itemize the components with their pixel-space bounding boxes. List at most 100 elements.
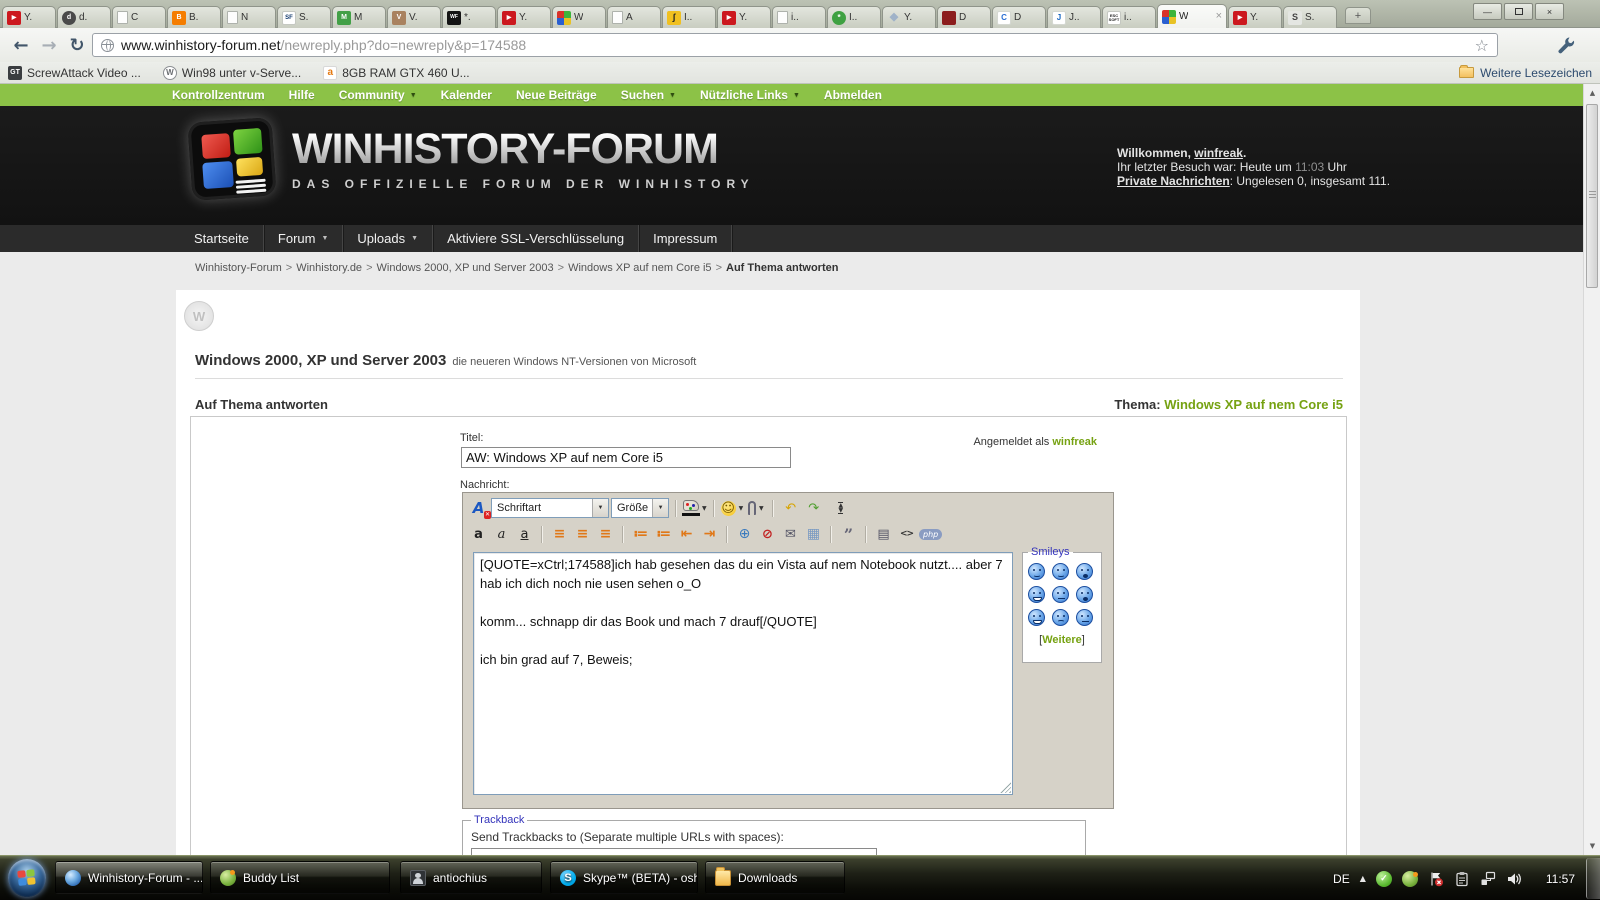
browser-tab[interactable]: i..	[772, 6, 826, 28]
navbar-item-hilfe[interactable]: Hilfe	[289, 88, 315, 102]
navbar-item-community[interactable]: Community▼	[339, 88, 417, 102]
smiley-eek[interactable]	[1076, 586, 1093, 603]
code-icon[interactable]: ▤	[873, 524, 894, 545]
mainnav-item-aktiviere-ssl-verschl-sselung[interactable]: Aktiviere SSL-Verschlüsselung	[433, 225, 639, 252]
browser-tab[interactable]: N	[222, 6, 276, 28]
bookmark-star-icon[interactable]: ☆	[1475, 36, 1489, 55]
forward-button[interactable]: →	[36, 32, 62, 58]
taskbar-button-downloads[interactable]: Downloads	[705, 861, 845, 894]
taskbar-button-winhistory-forum-[interactable]: Winhistory-Forum - ...	[55, 861, 203, 894]
language-indicator[interactable]: DE	[1333, 872, 1350, 886]
mainnav-item-impressum[interactable]: Impressum	[639, 225, 732, 252]
breadcrumb-link[interactable]: Windows 2000, XP und Server 2003	[377, 262, 554, 274]
browser-tab[interactable]: SS.	[1283, 6, 1337, 28]
dropdown-arrow-icon[interactable]: ▼	[652, 499, 668, 517]
browser-tab[interactable]: ▶Y.	[497, 6, 551, 28]
align-center-icon[interactable]: ≡	[572, 524, 593, 545]
smiley-biggrin[interactable]	[1028, 586, 1045, 603]
html-icon[interactable]: <>	[896, 524, 917, 545]
size-select[interactable]: Größe▼	[611, 498, 669, 518]
outdent-icon[interactable]: ⇤	[676, 524, 697, 545]
navbar-item-abmelden[interactable]: Abmelden	[824, 88, 882, 102]
titel-input[interactable]	[461, 447, 791, 468]
smilies-menu-icon[interactable]: ☺▼	[721, 498, 744, 519]
close-button[interactable]: ×	[1535, 3, 1564, 20]
caret-down-icon[interactable]: ▼	[739, 505, 744, 512]
browser-tab[interactable]: VV.	[387, 6, 441, 28]
taskbar-clock[interactable]: 11:57	[1546, 872, 1575, 886]
browser-tab[interactable]: W×	[1157, 4, 1227, 28]
editor-mode-icon[interactable]: ▲▼	[826, 498, 847, 519]
other-bookmarks-button[interactable]: Weitere Lesezeichen	[1459, 66, 1592, 80]
mainnav-item-forum[interactable]: Forum▼	[264, 225, 344, 252]
smiley-tongue[interactable]	[1076, 563, 1093, 580]
address-bar[interactable]: www.winhistory-forum.net/newreply.php?do…	[92, 33, 1498, 57]
forum-title-link[interactable]: Windows 2000, XP und Server 2003	[195, 352, 446, 369]
image-icon[interactable]: ▦	[803, 524, 824, 545]
new-tab-button[interactable]: +	[1345, 7, 1371, 24]
browser-tab[interactable]: ◆Y.	[882, 6, 936, 28]
php-icon[interactable]: php	[919, 524, 942, 545]
smiley-confused[interactable]	[1076, 609, 1093, 626]
more-smileys-link[interactable]: [Weitere]	[1023, 634, 1101, 646]
page-scrollbar[interactable]: ▲ ▼	[1583, 84, 1600, 855]
mainnav-item-uploads[interactable]: Uploads▼	[343, 225, 433, 252]
smiley-wink[interactable]	[1052, 563, 1069, 580]
pidgin-status-icon[interactable]	[1402, 871, 1418, 887]
navbar-item-suchen[interactable]: Suchen▼	[621, 88, 676, 102]
indent-icon[interactable]: ⇥	[699, 524, 720, 545]
scrollbar-thumb[interactable]	[1586, 104, 1598, 288]
quote-icon[interactable]: ”	[838, 524, 859, 545]
browser-tab[interactable]: D	[937, 6, 991, 28]
align-left-icon[interactable]: ≡	[549, 524, 570, 545]
resize-grip[interactable]	[1000, 782, 1011, 793]
taskbar-button-skype-beta-osh-[interactable]: SSkype™ (BETA) - osh...	[550, 861, 698, 894]
taskbar-right-edge[interactable]	[1586, 858, 1600, 899]
align-right-icon[interactable]: ≡	[595, 524, 616, 545]
caret-down-icon[interactable]: ▼	[702, 505, 707, 512]
browser-tab[interactable]: ʃI..	[662, 6, 716, 28]
font-color-icon[interactable]: ▼	[683, 498, 707, 519]
browser-tab[interactable]: *I..	[827, 6, 881, 28]
browser-tab[interactable]: ▶Y.	[717, 6, 771, 28]
dropdown-arrow-icon[interactable]: ▼	[592, 499, 608, 517]
undo-icon[interactable]: ↶	[780, 498, 801, 519]
navbar-item-kontrollzentrum[interactable]: Kontrollzentrum	[172, 88, 265, 102]
scroll-up-arrow[interactable]: ▲	[1584, 86, 1600, 100]
message-textarea[interactable]: [QUOTE=xCtrl;174588]ich hab gesehen das …	[473, 552, 1013, 795]
browser-tab[interactable]: SFS.	[277, 6, 331, 28]
mainnav-item-startseite[interactable]: Startseite	[180, 225, 264, 252]
taskbar-button-buddy-list[interactable]: Buddy List	[210, 861, 390, 894]
smiley-twisted[interactable]	[1028, 609, 1045, 626]
browser-tab[interactable]: ▶Y.	[1228, 6, 1282, 28]
network-icon[interactable]	[1480, 871, 1496, 887]
redo-icon[interactable]: ↷	[803, 498, 824, 519]
smiley-smile[interactable]	[1028, 563, 1045, 580]
back-button[interactable]: ←	[8, 32, 34, 58]
remove-format-icon[interactable]: A	[468, 498, 489, 519]
smiley-neutral[interactable]	[1052, 586, 1069, 603]
bookmark-item[interactable]: WWin98 unter v-Serve...	[163, 66, 301, 80]
underline-icon[interactable]: a	[514, 524, 535, 545]
reload-button[interactable]: ↻	[64, 32, 90, 58]
browser-tab[interactable]: BB.	[167, 6, 221, 28]
start-button[interactable]	[8, 859, 46, 897]
browser-tab[interactable]: WF*.	[442, 6, 496, 28]
username-link[interactable]: winfreak	[1194, 146, 1243, 160]
navbar-item-kalender[interactable]: Kalender	[441, 88, 492, 102]
hidden-icons-arrow-icon[interactable]: ▲	[1360, 874, 1366, 883]
caret-down-icon[interactable]: ▼	[759, 505, 764, 512]
unordered-list-icon[interactable]: ≔	[653, 524, 674, 545]
thema-link[interactable]: Windows XP auf nem Core i5	[1164, 397, 1343, 412]
browser-tab[interactable]: CD	[992, 6, 1046, 28]
ordered-list-icon[interactable]: ≔	[630, 524, 651, 545]
action-center-flag-icon[interactable]	[1428, 871, 1444, 887]
scroll-down-arrow[interactable]: ▼	[1584, 839, 1600, 853]
browser-tab[interactable]: C	[112, 6, 166, 28]
navbar-item-neue-beitr-ge[interactable]: Neue Beiträge	[516, 88, 597, 102]
insert-link-icon[interactable]: ⊕	[734, 524, 755, 545]
breadcrumb-link[interactable]: Windows XP auf nem Core i5	[568, 262, 711, 274]
browser-tab[interactable]: MM	[332, 6, 386, 28]
private-messages-link[interactable]: Private Nachrichten	[1117, 174, 1230, 188]
email-icon[interactable]: ✉	[780, 524, 801, 545]
